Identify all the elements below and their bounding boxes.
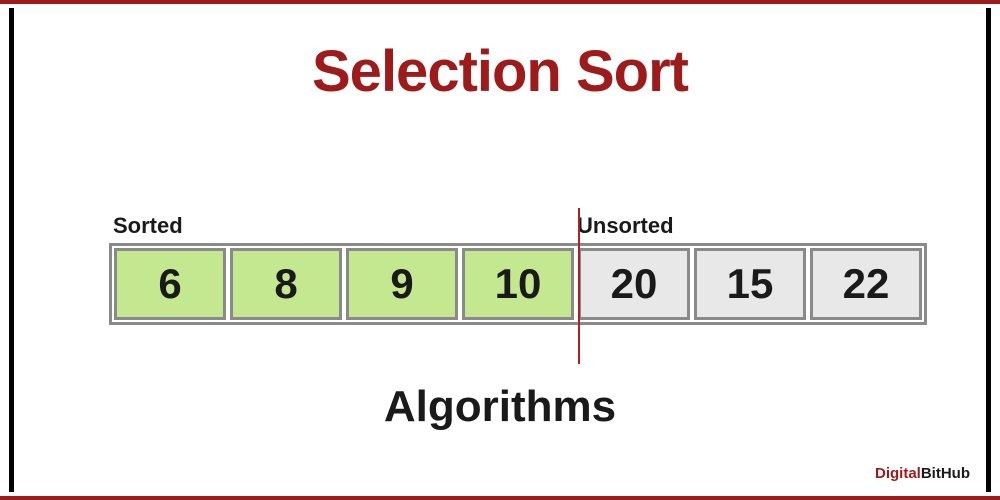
array-cell: 6 <box>114 248 226 320</box>
array-cell: 10 <box>462 248 574 320</box>
array-row: 6 8 9 10 20 15 22 <box>109 243 927 325</box>
unsorted-label: Unsorted <box>577 213 674 239</box>
watermark-part1: Digital <box>875 465 921 482</box>
watermark-part2: BitHub <box>921 465 970 482</box>
partition-divider <box>578 208 580 364</box>
array-cell: 15 <box>694 248 806 320</box>
sorted-label: Sorted <box>113 213 183 239</box>
array-cell: 20 <box>578 248 690 320</box>
array-cell: 22 <box>810 248 922 320</box>
array-cell: 9 <box>346 248 458 320</box>
section-labels: Sorted Unsorted <box>109 213 891 243</box>
array-container: Sorted Unsorted 6 8 9 10 20 15 22 <box>109 213 891 325</box>
watermark: DigitalBitHub <box>875 465 970 482</box>
array-cell: 8 <box>230 248 342 320</box>
outer-frame: Selection Sort Sorted Unsorted 6 8 9 10 … <box>0 0 1000 500</box>
subtitle: Algorithms <box>14 382 986 432</box>
inner-frame: Selection Sort Sorted Unsorted 6 8 9 10 … <box>9 8 991 492</box>
page-title: Selection Sort <box>14 38 986 105</box>
